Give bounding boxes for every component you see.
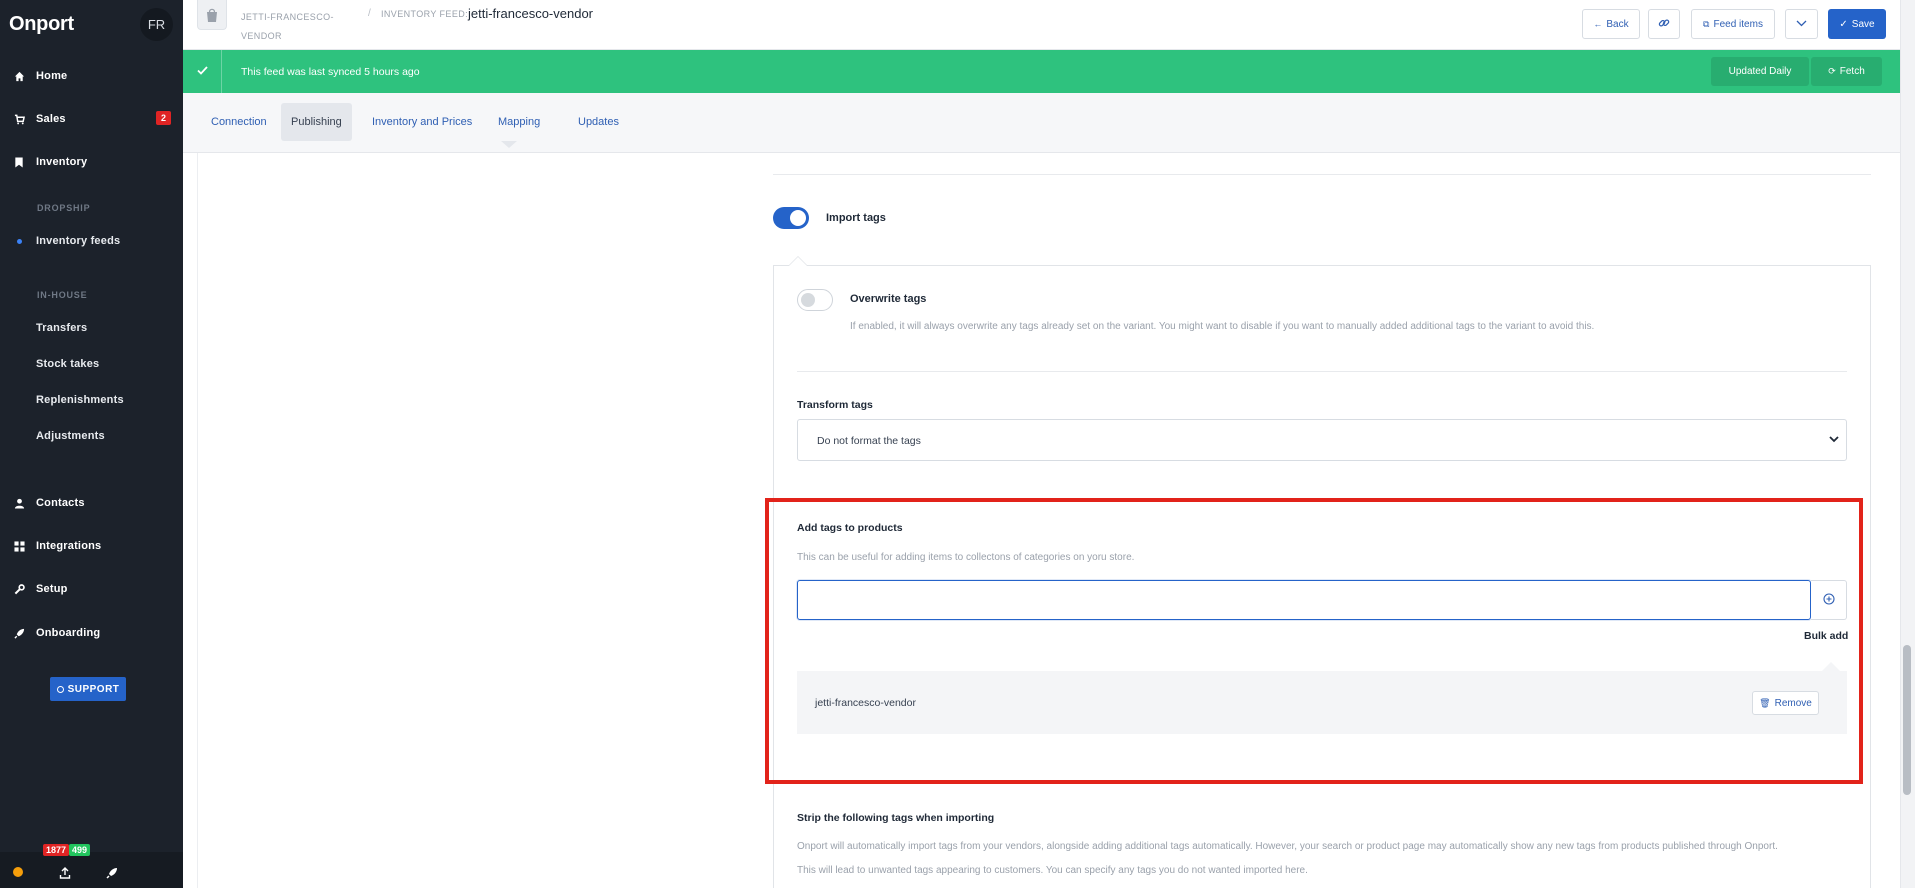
sidebar-item-inventory[interactable]: Inventory: [0, 147, 183, 177]
feed-items-label: Feed items: [1713, 18, 1763, 30]
external-link-icon: ⧉: [1703, 18, 1710, 29]
sidebar-item-label: Integrations: [36, 540, 102, 552]
toggle-knob: [801, 293, 815, 307]
strip-tags-description-1: Onport will automatically import tags fr…: [797, 841, 1778, 852]
transform-tags-select[interactable]: Do not format the tags: [797, 419, 1847, 461]
breadcrumb-feed-label: INVENTORY FEED:: [381, 9, 469, 19]
sidebar-item-label: Sales: [36, 113, 66, 125]
fetch-label: Fetch: [1839, 66, 1865, 77]
tab-mapping[interactable]: Mapping: [488, 103, 550, 141]
sync-status-bar: This feed was last synced 5 hours ago Up…: [183, 50, 1900, 93]
active-tab-indicator: [501, 141, 517, 148]
refresh-icon: ⟳: [1828, 66, 1836, 76]
user-icon: [13, 497, 25, 509]
sidebar-item-replenishments[interactable]: Replenishments: [36, 394, 124, 406]
overwrite-tags-description: If enabled, it will always overwrite any…: [850, 321, 1595, 332]
divider: [797, 371, 1847, 372]
sidebar-item-label: Setup: [36, 583, 68, 595]
sidebar-item-onboarding[interactable]: Onboarding: [0, 618, 183, 648]
support-button[interactable]: SUPPORT: [50, 677, 126, 701]
top-bar: JETTI-FRANCESCO-VENDOR / INVENTORY FEED:…: [183, 0, 1915, 50]
rocket-icon[interactable]: [105, 866, 119, 880]
scrollbar-thumb[interactable]: [1903, 645, 1911, 795]
sidebar-item-integrations[interactable]: Integrations: [0, 531, 183, 561]
overwrite-tags-label: Overwrite tags: [850, 293, 927, 305]
inhouse-heading: IN-HOUSE: [37, 290, 88, 300]
user-avatar[interactable]: FR: [140, 8, 173, 41]
transform-tags-label: Transform tags: [797, 399, 873, 411]
tab-publishing[interactable]: Publishing: [281, 103, 352, 141]
sidebar-item-label: Inventory: [36, 156, 88, 168]
status-dot-icon[interactable]: [13, 867, 23, 877]
sidebar-footer: [0, 852, 183, 888]
check-icon: [197, 64, 208, 78]
brand-logo[interactable]: Onport: [9, 13, 74, 36]
sidebar-item-setup[interactable]: Setup: [0, 574, 183, 604]
wrench-icon: [13, 583, 25, 595]
bookmark-icon: [13, 156, 25, 168]
divider: [773, 174, 1871, 175]
breadcrumb-separator: /: [368, 8, 371, 19]
save-label: Save: [1851, 18, 1875, 30]
import-tags-toggle[interactable]: [773, 207, 809, 229]
fetch-button[interactable]: ⟳ Fetch: [1811, 57, 1882, 86]
active-dot: [17, 239, 22, 244]
check-icon: ✓: [1839, 18, 1848, 30]
arrow-left-icon: ←: [1593, 19, 1603, 29]
chevron-down-icon: [1828, 433, 1840, 448]
counter-green-badge: 499: [69, 844, 91, 856]
tab-updates[interactable]: Updates: [568, 103, 629, 141]
divider: [221, 50, 222, 93]
strip-tags-description-2: This will lead to unwanted tags appearin…: [797, 865, 1308, 876]
back-button[interactable]: ← Back: [1582, 9, 1640, 39]
link-icon: [1658, 17, 1670, 32]
sidebar-item-label: Home: [36, 70, 68, 82]
sidebar-item-home[interactable]: Home: [0, 61, 183, 91]
save-button[interactable]: ✓ Save: [1828, 9, 1886, 39]
breadcrumb-feed-name: jetti-francesco-vendor: [468, 6, 593, 21]
back-label: Back: [1606, 18, 1629, 30]
more-actions-dropdown[interactable]: [1785, 9, 1818, 39]
sidebar: Onport FR Home Sales 2 Inventory DROPSHI…: [0, 0, 183, 888]
chevron-down-icon: [1796, 19, 1807, 30]
sidebar-item-inventory-feeds[interactable]: Inventory feeds: [36, 235, 120, 247]
sales-count-badge: 2: [156, 111, 172, 125]
tab-inventory-and-prices[interactable]: Inventory and Prices: [362, 103, 482, 141]
help-icon: [56, 685, 64, 693]
import-tags-label: Import tags: [826, 212, 886, 224]
strip-tags-label: Strip the following tags when importing: [797, 812, 995, 824]
sidebar-item-stock-takes[interactable]: Stock takes: [36, 358, 99, 370]
cart-icon: [13, 113, 25, 125]
sidebar-item-adjustments[interactable]: Adjustments: [36, 430, 105, 442]
shopify-bag-icon: [197, 0, 227, 30]
sidebar-item-label: Onboarding: [36, 627, 101, 639]
sidebar-item-transfers[interactable]: Transfers: [36, 322, 87, 334]
upload-icon[interactable]: [58, 866, 72, 880]
sidebar-item-label: Contacts: [36, 497, 85, 509]
breadcrumb-vendor[interactable]: JETTI-FRANCESCO-VENDOR: [241, 8, 341, 46]
link-button[interactable]: [1648, 9, 1680, 39]
home-icon: [13, 70, 25, 82]
grid-icon: [13, 540, 25, 552]
toggle-knob: [790, 210, 806, 226]
panel-pointer-fill: [789, 257, 807, 266]
update-frequency-button[interactable]: Updated Daily: [1711, 57, 1809, 86]
tab-bar: Connection Publishing Inventory and Pric…: [183, 93, 1900, 153]
sidebar-item-contacts[interactable]: Contacts: [0, 488, 183, 518]
highlight-annotation-box: [765, 498, 1863, 784]
feed-items-button[interactable]: ⧉ Feed items: [1691, 9, 1775, 39]
support-label: SUPPORT: [67, 683, 120, 695]
transform-tags-value: Do not format the tags: [817, 435, 921, 447]
rocket-icon: [13, 627, 25, 639]
dropship-heading: DROPSHIP: [37, 203, 91, 213]
sync-message: This feed was last synced 5 hours ago: [241, 66, 420, 78]
tab-connection[interactable]: Connection: [201, 103, 277, 141]
overwrite-tags-toggle[interactable]: [797, 289, 833, 311]
counter-red-badge: 1877: [43, 844, 70, 856]
